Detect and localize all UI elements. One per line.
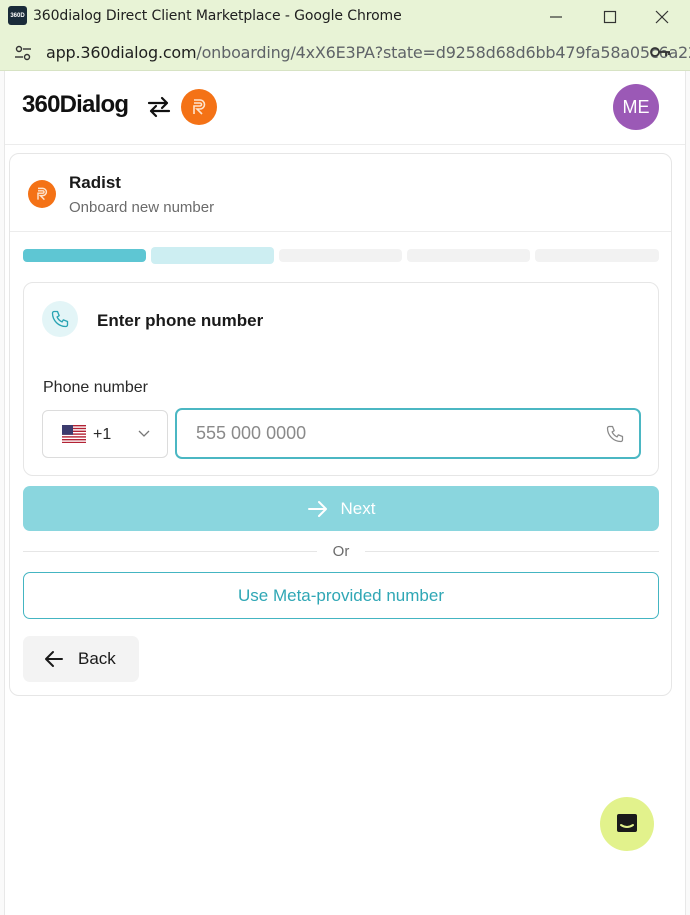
back-button-label: Back xyxy=(78,649,116,668)
maximize-button[interactable] xyxy=(584,0,636,33)
arrow-right-icon xyxy=(307,500,327,517)
minimize-button[interactable] xyxy=(530,0,582,33)
window-title: 360dialog Direct Client Marketplace - Go… xyxy=(33,8,402,24)
url-path: /onboarding/4xX6E3PA?state=d9258d68d6bb4… xyxy=(196,43,690,62)
progress-step xyxy=(279,249,402,262)
chevron-down-icon xyxy=(138,430,150,437)
or-divider: Or xyxy=(23,542,659,560)
swap-icon xyxy=(147,96,171,118)
onboarding-card: Radist Onboard new number Enter phone nu… xyxy=(9,153,672,696)
phone-number-input[interactable] xyxy=(175,408,641,459)
divider-line xyxy=(365,551,659,552)
window-titlebar: 360D 360dialog Direct Client Marketplace… xyxy=(0,0,690,33)
close-button[interactable] xyxy=(636,0,688,33)
key-icon[interactable] xyxy=(650,45,672,59)
form-title: Enter phone number xyxy=(97,311,264,330)
progress-step xyxy=(407,249,530,262)
tune-icon xyxy=(15,45,31,61)
maximize-icon xyxy=(603,10,617,23)
country-code: +1 xyxy=(93,426,112,443)
url-text[interactable]: app.360dialog.com/onboarding/4xX6E3PA?st… xyxy=(46,43,690,62)
phone-badge xyxy=(42,301,78,337)
url-domain: app.360dialog.com xyxy=(46,43,197,62)
site-info-button[interactable] xyxy=(12,42,34,64)
app-header: 360Dialog ME xyxy=(5,71,685,145)
window-edge-right xyxy=(685,71,690,915)
app-icon: 360D xyxy=(8,6,27,25)
user-avatar[interactable]: ME xyxy=(613,84,659,130)
chat-widget-button[interactable] xyxy=(600,797,654,851)
minimize-icon xyxy=(550,15,562,18)
client-name: Radist xyxy=(69,173,121,192)
progress-steps xyxy=(23,247,659,265)
client-subtitle: Onboard new number xyxy=(69,199,215,216)
chat-icon xyxy=(617,814,637,832)
next-button[interactable]: Next xyxy=(23,486,659,531)
close-icon xyxy=(655,10,669,23)
radist-logo-icon xyxy=(181,89,217,125)
next-button-label: Next xyxy=(340,498,376,518)
brand-logo[interactable]: 360Dialog xyxy=(22,91,129,119)
client-header: Radist Onboard new number xyxy=(10,154,671,232)
radist-small-logo-icon xyxy=(28,180,56,208)
use-meta-number-button[interactable]: Use Meta-provided number xyxy=(23,572,659,619)
phone-input-icon xyxy=(606,425,624,443)
address-bar[interactable]: app.360dialog.com/onboarding/4xX6E3PA?st… xyxy=(0,33,690,71)
back-button[interactable]: Back xyxy=(23,636,139,682)
arrow-left-icon xyxy=(45,651,63,667)
progress-step xyxy=(535,249,659,262)
page: 360Dialog ME Radist Onboard new number E… xyxy=(5,71,685,911)
phone-icon xyxy=(51,310,69,328)
progress-step xyxy=(23,249,146,262)
us-flag-icon xyxy=(62,425,86,443)
progress-step xyxy=(151,247,274,264)
country-code-select[interactable]: +1 xyxy=(42,410,168,458)
phone-number-label: Phone number xyxy=(43,379,148,396)
phone-form-panel: Enter phone number Phone number +1 xyxy=(23,282,659,476)
